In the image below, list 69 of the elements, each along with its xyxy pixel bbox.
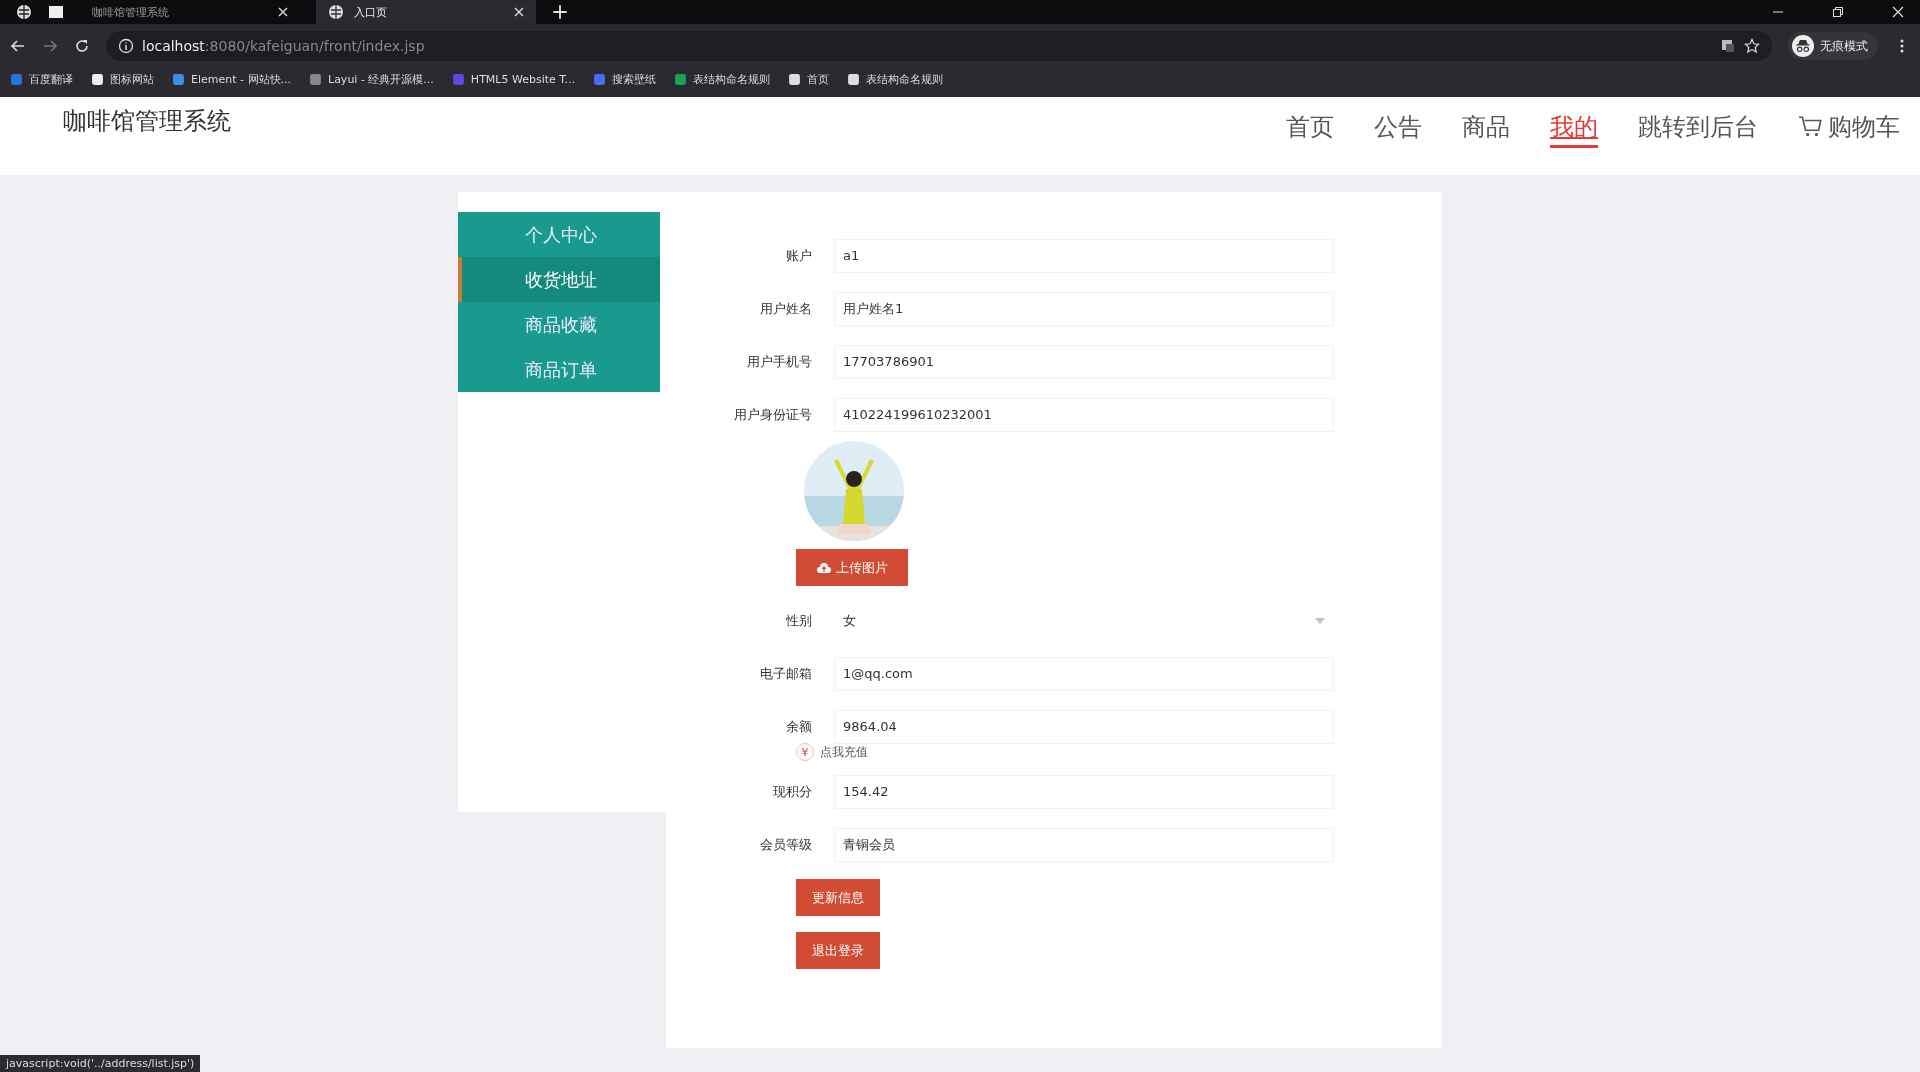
close-icon[interactable] — [1892, 6, 1904, 18]
recharge-link[interactable]: 点我充值 — [820, 743, 868, 761]
field-label: 电子邮箱 — [759, 664, 813, 683]
field-label: 会员等级 — [759, 835, 813, 854]
field-label: 用户手机号 — [746, 352, 813, 371]
nav-link[interactable]: 我的 — [1550, 111, 1598, 148]
bookmark-icon — [593, 72, 607, 86]
bookmark[interactable]: 表结构命名规则 — [847, 71, 944, 87]
close-icon[interactable] — [514, 7, 524, 17]
nav-link[interactable]: 公告 — [1374, 111, 1422, 148]
field-label: 用户身份证号 — [733, 405, 813, 424]
bookmark-icon — [10, 72, 23, 86]
field-label: 现积分 — [772, 782, 813, 801]
bookmark-icon — [847, 72, 861, 86]
bookmark[interactable]: 图标网站 — [91, 71, 154, 87]
site-title: 咖啡馆管理系统 — [63, 106, 231, 137]
bookmark[interactable]: 表结构命名规则 — [674, 71, 771, 87]
form-button[interactable]: 更新信息 — [796, 879, 880, 916]
bookmark-icon — [91, 72, 104, 86]
bookmark-icon — [788, 72, 802, 86]
input-field[interactable]: 154.42 — [834, 774, 1334, 809]
nav-link[interactable]: 商品 — [1462, 111, 1510, 148]
restore-icon[interactable] — [1832, 6, 1844, 18]
forward-icon[interactable] — [42, 38, 58, 54]
sidebar-item[interactable]: 收货地址 — [458, 257, 660, 302]
status-bar: javascript:void('../address/list.jsp') — [0, 1055, 201, 1072]
bookmark[interactable]: HTML5 Website T... — [451, 72, 576, 86]
bookmark[interactable]: 百度翻译 — [10, 71, 73, 87]
incognito-button[interactable]: 无痕模式 — [1788, 32, 1878, 60]
address-bar[interactable]: localhost:8080/kafeiguan/front/index.jsp — [106, 31, 1772, 61]
input-field[interactable]: 410224199610232001 — [834, 397, 1334, 432]
globe-icon — [328, 4, 344, 20]
window-icon — [48, 4, 64, 20]
nav-link[interactable]: 购物车 — [1798, 111, 1900, 148]
bookmark[interactable]: Layui - 经典开源模... — [309, 71, 434, 87]
caret-icon — [1315, 617, 1325, 624]
bookmark-icon — [674, 72, 688, 86]
bookmark[interactable]: 首页 — [788, 71, 830, 87]
select-field[interactable]: 女 — [834, 603, 1334, 638]
globe-icon — [16, 4, 32, 20]
input-field[interactable]: 9864.04 — [834, 709, 1334, 744]
nav-link[interactable]: 首页 — [1286, 111, 1334, 148]
translate-icon[interactable] — [1720, 38, 1736, 54]
back-icon[interactable] — [10, 38, 26, 54]
upload-button[interactable]: 上传图片 — [796, 549, 908, 586]
bookmark-icon — [309, 72, 322, 86]
new-tab-icon[interactable] — [552, 4, 568, 20]
browser-tab[interactable]: 咖啡馆管理系统 — [80, 0, 300, 24]
form-button[interactable]: 退出登录 — [796, 932, 880, 969]
reload-icon[interactable] — [74, 38, 90, 54]
incognito-icon — [1792, 35, 1814, 57]
bookmark-icon — [451, 72, 465, 86]
info-icon — [118, 38, 134, 54]
input-field[interactable]: 17703786901 — [834, 344, 1334, 379]
browser-tab[interactable]: 入口页 — [316, 0, 536, 24]
field-label: 用户姓名 — [759, 299, 813, 318]
bookmark[interactable]: 搜索壁纸 — [593, 71, 657, 87]
bookmark-icon — [172, 72, 185, 86]
input-field[interactable]: 用户姓名1 — [834, 291, 1334, 326]
close-icon[interactable] — [278, 7, 288, 17]
input-field[interactable]: 青铜会员 — [834, 827, 1334, 862]
field-label: 性别 — [785, 611, 813, 630]
nav-link[interactable]: 跳转到后台 — [1638, 111, 1758, 148]
input-field[interactable]: 1@qq.com — [834, 656, 1334, 691]
field-label: 账户 — [785, 246, 813, 265]
star-icon[interactable] — [1744, 38, 1760, 54]
bookmark[interactable]: Element - 网站快... — [172, 71, 291, 87]
field-label: 余额 — [785, 717, 813, 736]
input-field[interactable]: a1 — [834, 238, 1334, 273]
